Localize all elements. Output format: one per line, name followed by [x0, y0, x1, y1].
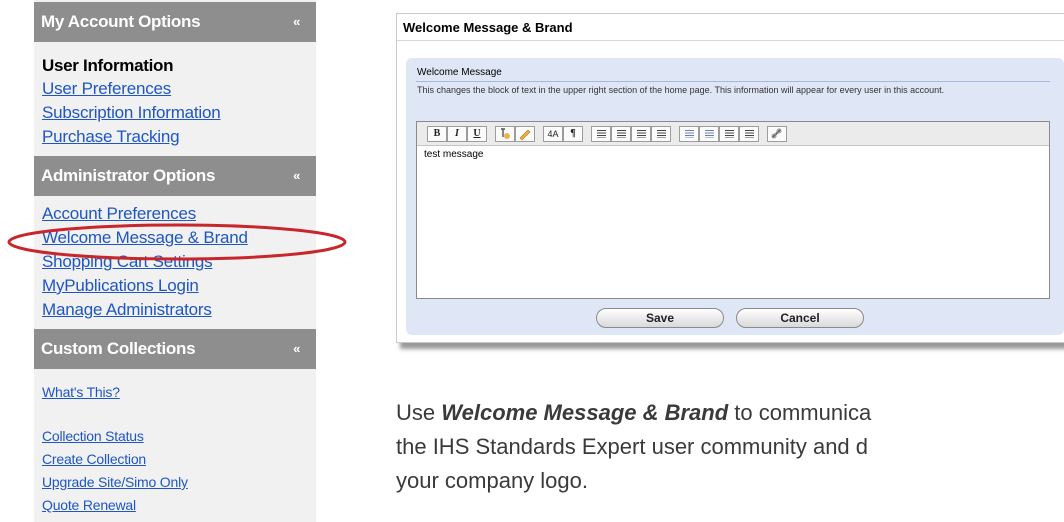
section-title: My Account Options: [41, 12, 201, 31]
section-description: This changes the block of text in the up…: [417, 85, 945, 95]
divider: [416, 81, 1050, 82]
highlight-icon[interactable]: [515, 126, 535, 142]
align-center-icon[interactable]: [611, 126, 631, 142]
italic-icon[interactable]: I: [447, 126, 467, 142]
sidebar-item-welcome-message-brand[interactable]: Welcome Message & Brand: [42, 228, 248, 248]
font-size-icon[interactable]: 4A: [543, 126, 563, 142]
caption-emphasis: Welcome Message & Brand: [441, 400, 729, 425]
caption-line-1-rest: to communica: [728, 400, 872, 425]
section-header-my-account-options[interactable]: My Account Options «: [34, 2, 316, 42]
sidebar-item-subscription-information[interactable]: Subscription Information: [42, 103, 221, 123]
sidebar-item-mypublications-login[interactable]: MyPublications Login: [42, 276, 199, 296]
panel-title: Welcome Message & Brand: [403, 20, 573, 35]
collapse-chevron-icon[interactable]: «: [293, 341, 300, 356]
sidebar-item-account-preferences[interactable]: Account Preferences: [42, 204, 196, 224]
editor-toolbar: B I U 4A ¶: [417, 122, 1049, 146]
align-justify-icon[interactable]: [651, 126, 671, 142]
indent-icon[interactable]: [699, 126, 719, 142]
align-right-icon[interactable]: [631, 126, 651, 142]
sidebar: My Account Options « User Information Us…: [34, 0, 316, 522]
whats-this-link[interactable]: What's This?: [42, 384, 120, 400]
sidebar-item-purchase-tracking[interactable]: Purchase Tracking: [42, 127, 180, 147]
caption-line-2: the IHS Standards Expert user community …: [396, 434, 869, 459]
section-header-custom-collections[interactable]: Custom Collections «: [34, 329, 316, 369]
cancel-button[interactable]: Cancel: [736, 308, 864, 328]
welcome-message-panel: Welcome Message & Brand Welcome Message …: [396, 13, 1064, 343]
underline-icon[interactable]: U: [467, 126, 487, 142]
sidebar-item-upgrade-site-simo-only[interactable]: Upgrade Site/Simo Only: [42, 474, 188, 490]
divider: [397, 40, 1064, 41]
collapse-chevron-icon[interactable]: «: [293, 168, 300, 183]
sidebar-item-quote-renewal[interactable]: Quote Renewal: [42, 497, 136, 513]
collapse-chevron-icon[interactable]: «: [293, 14, 300, 29]
sidebar-item-create-collection[interactable]: Create Collection: [42, 451, 146, 467]
caption-prefix: Use: [396, 400, 442, 425]
editor-content[interactable]: test message: [424, 149, 483, 160]
bold-icon[interactable]: B: [427, 126, 447, 142]
outdent-icon[interactable]: [679, 126, 699, 142]
link-icon[interactable]: [767, 126, 787, 142]
section-title: Custom Collections: [41, 339, 196, 358]
bullet-list-icon[interactable]: [719, 126, 739, 142]
text-color-icon[interactable]: [495, 126, 515, 142]
sidebar-item-collection-status[interactable]: Collection Status: [42, 428, 144, 444]
save-button[interactable]: Save: [596, 308, 724, 328]
paragraph-icon[interactable]: ¶: [563, 126, 583, 142]
section-header-administrator-options[interactable]: Administrator Options «: [34, 156, 316, 196]
sidebar-item-user-preferences[interactable]: User Preferences: [42, 79, 171, 99]
caption-text: Use Welcome Message & Brand to communica…: [396, 396, 871, 498]
numbered-list-icon[interactable]: [739, 126, 759, 142]
rich-text-editor[interactable]: B I U 4A ¶ test message: [416, 121, 1050, 299]
section-title: Welcome Message: [417, 67, 502, 78]
welcome-message-section: Welcome Message This changes the block o…: [406, 58, 1064, 335]
sidebar-item-shopping-cart-settings[interactable]: Shopping Cart Settings: [42, 252, 213, 272]
section-title: Administrator Options: [41, 166, 216, 185]
sidebar-item-manage-administrators[interactable]: Manage Administrators: [42, 300, 212, 320]
caption-line-3: your company logo.: [396, 468, 588, 493]
caption-line-1: Use Welcome Message & Brand to communica: [396, 396, 871, 430]
sidebar-item-user-information: User Information: [42, 56, 174, 75]
align-left-icon[interactable]: [591, 126, 611, 142]
